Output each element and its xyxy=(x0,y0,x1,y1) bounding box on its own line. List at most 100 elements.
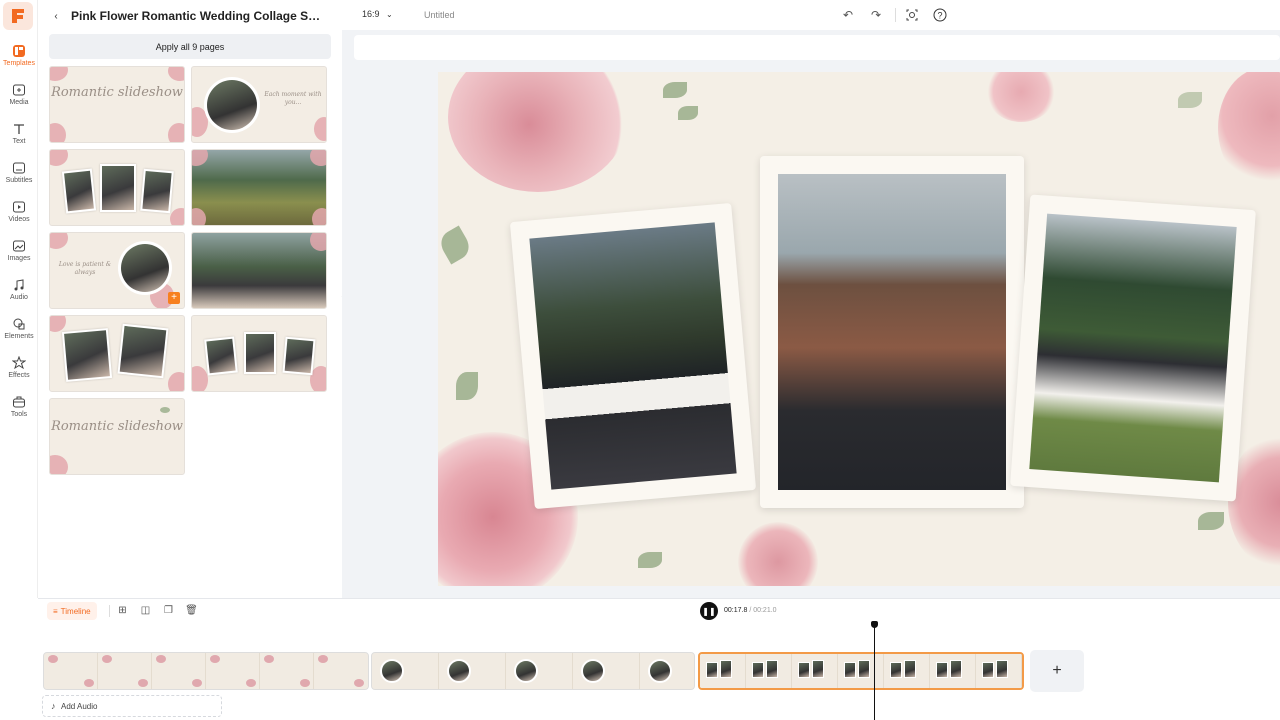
toolbar-divider xyxy=(109,605,110,617)
rail-label: Audio xyxy=(10,294,28,301)
rail-label: Text xyxy=(12,138,26,145)
rail-subtitles[interactable]: Subtitles xyxy=(0,161,38,184)
leaf-decoration xyxy=(663,82,687,98)
flower-decoration xyxy=(986,72,1056,122)
back-button[interactable]: ‹ xyxy=(49,9,63,23)
thumb-script-text: Love is patient & always xyxy=(58,261,112,276)
pause-icon: ❚❚ xyxy=(702,606,716,616)
top-bar: 16:9 ⌄ Untitled ↶ ↷ ? xyxy=(342,0,1280,30)
template-page-8[interactable] xyxy=(191,315,327,392)
add-audio-label: Add Audio xyxy=(61,701,98,711)
total-time: 00:21.0 xyxy=(753,607,777,614)
apply-all-button[interactable]: Apply all 9 pages xyxy=(49,34,331,59)
leaf-decoration xyxy=(678,106,698,120)
rail-label: Tools xyxy=(10,411,28,418)
rail-label: Media xyxy=(9,99,29,106)
time-display: 00:17.8 / 00:21.0 xyxy=(724,607,777,614)
rail-audio[interactable]: Audio xyxy=(0,278,38,301)
videos-icon xyxy=(13,201,25,213)
template-title: Pink Flower Romantic Wedding Collage Sli… xyxy=(71,9,321,23)
chevron-left-icon: ‹ xyxy=(54,10,58,22)
panel-header: ‹ Pink Flower Romantic Wedding Collage S… xyxy=(49,8,339,24)
timeline-toggle-button[interactable]: ≡ Timeline xyxy=(47,602,97,620)
current-time: 00:17.8 xyxy=(724,607,748,614)
template-page-4[interactable] xyxy=(191,149,327,226)
template-page-1[interactable]: Romantic slideshow xyxy=(49,66,185,143)
add-page-icon[interactable]: + xyxy=(168,292,180,304)
screenshot-icon[interactable] xyxy=(905,8,919,22)
preview-stage xyxy=(342,30,1280,598)
effects-icon xyxy=(12,356,26,370)
undo-icon[interactable]: ↶ xyxy=(841,8,855,22)
template-page-9[interactable]: Romantic slideshow xyxy=(49,398,185,475)
rail-elements[interactable]: Elements xyxy=(0,317,38,340)
photo-frame-left[interactable] xyxy=(509,202,757,510)
leaf-decoration xyxy=(1178,92,1202,108)
rail-label: Videos xyxy=(8,216,30,223)
add-icon[interactable]: ⊞ xyxy=(116,604,129,617)
rail-images[interactable]: Images xyxy=(0,239,38,262)
timeline-label: Timeline xyxy=(60,606,91,616)
media-icon xyxy=(13,84,25,96)
timeline-clip-2[interactable] xyxy=(371,652,695,690)
rail-videos[interactable]: Videos xyxy=(0,200,38,223)
template-page-5[interactable]: Love is patient & always + xyxy=(49,232,185,309)
rail-label: Templates xyxy=(3,60,35,67)
text-icon xyxy=(14,124,24,134)
thumb-script-text: Romantic slideshow xyxy=(51,85,183,100)
rail-effects[interactable]: Effects xyxy=(0,356,38,379)
flower-decoration xyxy=(448,72,628,192)
add-audio-button[interactable]: ♪ Add Audio xyxy=(42,695,222,717)
template-page-7[interactable] xyxy=(49,315,185,392)
timeline-clip-3[interactable] xyxy=(698,652,1024,690)
logo-icon xyxy=(12,9,24,23)
aspect-ratio-value: 16:9 xyxy=(362,9,380,19)
timeline-area: ≡ Timeline ⊞ ◫ ❐ 🗑 ❚❚ 00:17.8 / 00:21.0 xyxy=(38,598,1280,720)
help-icon[interactable]: ? xyxy=(933,8,947,22)
leaf-decoration xyxy=(456,372,478,400)
couple-photo-center xyxy=(778,174,1006,490)
photo-frame-center[interactable] xyxy=(760,156,1024,508)
flower-decoration xyxy=(1218,72,1280,188)
timeline-clip-1[interactable] xyxy=(43,652,369,690)
rail-label: Effects xyxy=(8,372,30,379)
rail-tools[interactable]: Tools xyxy=(0,395,38,418)
rail-templates[interactable]: Templates xyxy=(0,44,38,67)
thumb-script-text: Romantic slideshow xyxy=(51,419,183,434)
template-page-2[interactable]: Each moment with you... xyxy=(191,66,327,143)
rail-label: Subtitles xyxy=(5,177,33,184)
couple-photo-left xyxy=(529,222,737,490)
couple-photo-right xyxy=(1029,213,1237,483)
add-clip-button[interactable]: + xyxy=(1030,650,1084,692)
rail-text[interactable]: Text xyxy=(0,122,38,145)
aspect-ratio-select[interactable]: 16:9 ⌄ xyxy=(362,9,393,19)
svg-text:?: ? xyxy=(937,11,942,21)
leaf-decoration xyxy=(438,225,474,265)
audio-icon xyxy=(14,279,24,291)
rail-label: Images xyxy=(7,255,31,262)
photo-frame-right[interactable] xyxy=(1010,194,1256,502)
app-logo[interactable] xyxy=(3,2,33,30)
thumb-script-text: Each moment with you... xyxy=(264,91,322,106)
leaf-decoration xyxy=(638,552,662,568)
elements-icon xyxy=(13,318,25,330)
video-editor-app: Templates Media Text Subtitles Videos Im… xyxy=(0,0,1280,720)
slide-canvas[interactable] xyxy=(438,72,1280,586)
subtitles-icon xyxy=(13,162,25,174)
pause-button[interactable]: ❚❚ xyxy=(700,602,718,620)
split-icon[interactable]: ◫ xyxy=(139,604,152,617)
playhead[interactable] xyxy=(871,621,878,720)
redo-icon[interactable]: ↷ xyxy=(869,8,883,22)
template-page-6[interactable] xyxy=(191,232,327,309)
templates-icon xyxy=(13,45,25,57)
rail-media[interactable]: Media xyxy=(0,83,38,106)
left-rail: Templates Media Text Subtitles Videos Im… xyxy=(0,0,38,598)
duplicate-icon[interactable]: ❐ xyxy=(162,604,175,617)
chevron-down-icon: ⌄ xyxy=(386,10,393,19)
leaf-decoration xyxy=(1198,512,1224,530)
tools-icon xyxy=(13,396,25,408)
delete-icon[interactable]: 🗑 xyxy=(185,604,198,617)
rail-label: Elements xyxy=(4,333,34,340)
template-page-3[interactable] xyxy=(49,149,185,226)
project-title[interactable]: Untitled xyxy=(424,10,455,20)
